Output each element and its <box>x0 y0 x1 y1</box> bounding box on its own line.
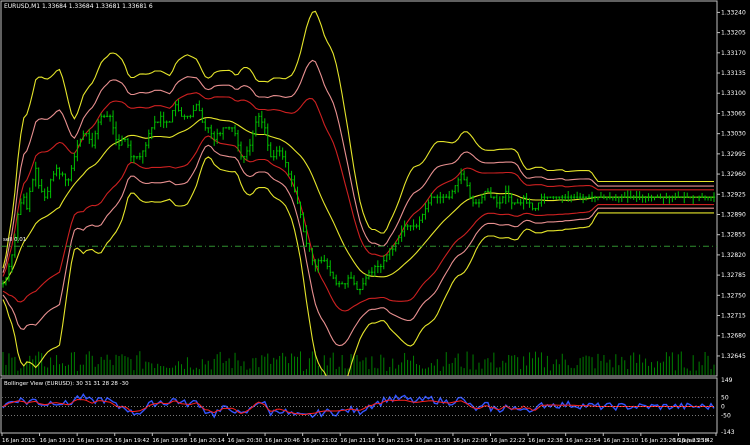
price-tick-label: 1.32750 <box>721 292 746 299</box>
indicator-tick-label: 50 <box>721 395 729 402</box>
time-tick-label: 16 Jan 19:26 <box>77 438 112 444</box>
price-tick-label: 1.33030 <box>721 131 746 138</box>
price-tick-label: 1.32995 <box>721 151 746 158</box>
price-tick-label: 1.32855 <box>721 232 746 239</box>
price-tick-label: 1.33170 <box>721 50 746 57</box>
time-tick-label: 16 Jan 19:42 <box>115 438 150 444</box>
time-tick-label: 16 Jan 21:50 <box>415 438 450 444</box>
price-tick-label: 1.32820 <box>721 252 746 259</box>
time-tick-label: 16 Jan 20:14 <box>190 438 225 444</box>
time-tick-label: 16 Jan 22:54 <box>566 438 601 444</box>
chart-title: EURUSD,M1 1.33684 1.33684 1.33681 1.3368… <box>4 3 153 10</box>
time-tick-label: 16 Jan 21:18 <box>340 438 375 444</box>
price-tick-label: 1.32785 <box>721 272 746 279</box>
indicator-tick-label: 149 <box>721 377 733 384</box>
indicator-tick-label: 0 <box>721 404 725 411</box>
time-tick-label: 16 Jan 20:30 <box>227 438 262 444</box>
price-tick-label: 1.32960 <box>721 171 746 178</box>
time-tick-label: 16 Jan 22:38 <box>528 438 563 444</box>
price-tick-label: 1.32925 <box>721 191 746 198</box>
time-tick-label: 16 Jan 19:58 <box>152 438 187 444</box>
trade-line-label: sell 0.01 <box>3 237 26 243</box>
time-tick-label: 16 Jan 2013 <box>2 438 35 444</box>
price-tick-label: 1.33100 <box>721 90 746 97</box>
indicator-tick-label: -50 <box>721 412 731 419</box>
indicator-title: Bollinger View (EURUSD): 30 31 31 28 28 … <box>4 381 129 387</box>
time-tick-label: 16 Jan 22:22 <box>491 438 526 444</box>
price-tick-label: 1.32715 <box>721 313 746 320</box>
time-tick-label: 16 Jan 23:10 <box>603 438 638 444</box>
time-tick-label: 16 Jan 19:10 <box>40 438 75 444</box>
time-tick-label: 16 Jan 21:02 <box>303 438 338 444</box>
time-tick-label: 16 Jan 21:34 <box>378 438 413 444</box>
price-tick-label: 1.33240 <box>721 9 746 16</box>
time-tick-label: 16 Jan 22:06 <box>453 438 488 444</box>
price-tick-label: 1.32890 <box>721 211 746 218</box>
price-tick-label: 1.33205 <box>721 30 746 37</box>
price-tick-label: 1.32645 <box>721 353 746 360</box>
price-tick-label: 1.33135 <box>721 70 746 77</box>
time-tick-label: 16 Jan 23:26 <box>641 438 676 444</box>
price-tick-label: 1.33065 <box>721 110 746 117</box>
time-tick-label: 16 Jan 20:46 <box>265 438 300 444</box>
time-tick-label: 16 Jan 23:58 <box>673 438 708 444</box>
price-tick-label: 1.32680 <box>721 333 746 340</box>
chart-window[interactable]: sell 0.01 EURUSD,M1 1.33684 1.33684 1.33… <box>0 0 750 445</box>
indicator-tick-label: -143 <box>721 429 735 436</box>
